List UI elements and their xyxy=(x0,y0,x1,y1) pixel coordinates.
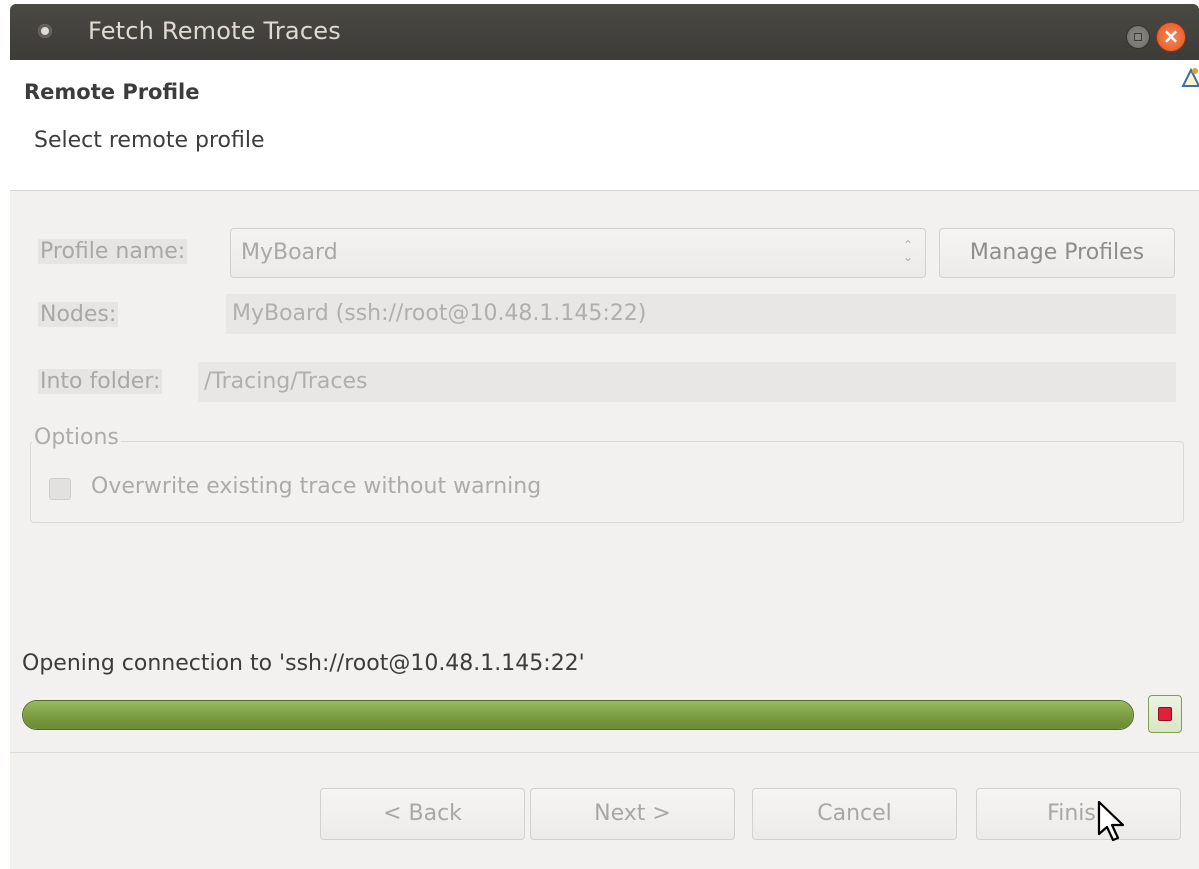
profile-name-select[interactable]: MyBoard ⌃ ⌄ xyxy=(230,228,926,278)
wizard-banner-icon xyxy=(1179,64,1199,94)
mouse-pointer-icon xyxy=(1097,800,1125,842)
page-description: Select remote profile xyxy=(34,128,265,153)
wizard-header: Remote Profile Select remote profile xyxy=(10,60,1199,191)
overwrite-checkbox-label[interactable]: Overwrite existing trace without warning xyxy=(91,474,541,499)
into-folder-label: Into folder: xyxy=(38,369,163,394)
nodes-field: MyBoard (ssh://root@10.48.1.145:22) xyxy=(226,294,1176,334)
updown-arrows-icon: ⌃ ⌄ xyxy=(902,238,913,264)
options-group-title: Options xyxy=(32,425,121,450)
profile-name-value: MyBoard xyxy=(241,240,338,265)
profile-name-label: Profile name: xyxy=(38,239,188,264)
finish-button[interactable]: Finish xyxy=(976,788,1181,840)
progress-status-text: Opening connection to 'ssh://root@10.48.… xyxy=(22,651,585,676)
nodes-label: Nodes: xyxy=(38,302,119,327)
title-bar[interactable]: Fetch Remote Traces × xyxy=(10,4,1199,60)
footer-separator xyxy=(10,752,1199,753)
window-menu-icon[interactable] xyxy=(38,24,52,38)
progress-bar-fill xyxy=(23,701,1133,729)
maximize-icon[interactable] xyxy=(1126,25,1150,49)
next-button[interactable]: Next > xyxy=(530,788,735,840)
back-button[interactable]: < Back xyxy=(320,788,525,840)
fetch-remote-traces-dialog: Fetch Remote Traces × Remote Profile Sel… xyxy=(0,0,1199,869)
wizard-body: Profile name: MyBoard ⌃ ⌄ Manage Profiles… xyxy=(10,191,1199,869)
stop-icon[interactable] xyxy=(1148,695,1182,733)
close-icon[interactable]: × xyxy=(1156,22,1186,52)
cancel-button[interactable]: Cancel xyxy=(752,788,957,840)
progress-bar xyxy=(22,700,1134,730)
manage-profiles-button[interactable]: Manage Profiles xyxy=(939,228,1175,278)
into-folder-field: /Tracing/Traces xyxy=(198,362,1176,402)
options-group: Overwrite existing trace without warning xyxy=(30,441,1184,523)
window-title: Fetch Remote Traces xyxy=(88,17,341,45)
page-title: Remote Profile xyxy=(24,80,200,104)
overwrite-checkbox[interactable] xyxy=(49,478,71,500)
